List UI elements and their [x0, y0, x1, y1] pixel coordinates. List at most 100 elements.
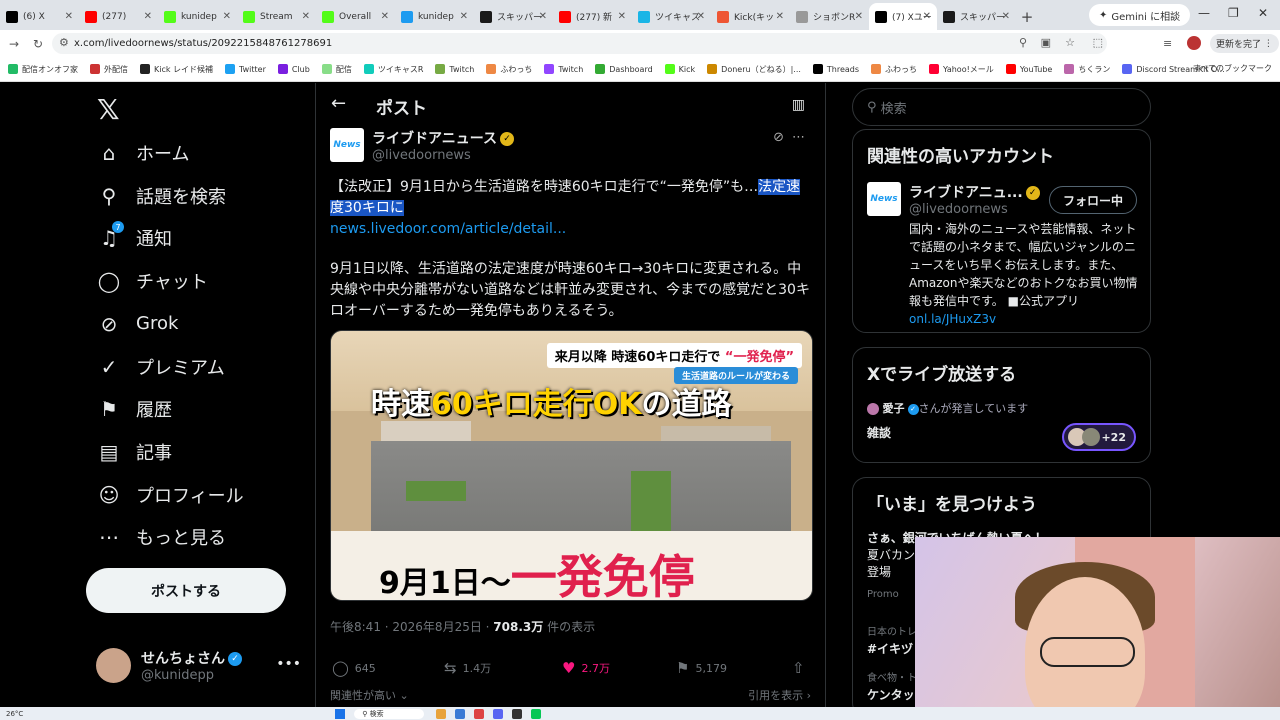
trend-item[interactable]: Promo — [867, 586, 899, 603]
back-nav-icon[interactable]: → — [4, 37, 24, 51]
file-explorer-icon[interactable] — [435, 708, 446, 719]
bookmark-item[interactable]: YouTube — [1005, 64, 1052, 74]
close-window-icon[interactable]: ✕ — [1258, 6, 1268, 20]
site-info-icon[interactable]: ⚙ — [59, 36, 69, 49]
reader-mode-icon[interactable]: ▥ — [792, 97, 805, 113]
tab-close-icon[interactable]: ✕ — [618, 11, 626, 22]
nav-item[interactable]: ⋯ もっと見る — [96, 524, 226, 550]
gemini-button[interactable]: ✦ Gemini に相談 — [1089, 4, 1191, 26]
bookmark-item[interactable]: ツイキャスR — [363, 64, 423, 75]
author-avatar[interactable]: News — [330, 128, 364, 162]
share-button[interactable]: ⇧ — [792, 659, 805, 677]
browser-tab[interactable]: ツイキャス ✕ — [632, 3, 711, 30]
tab-close-icon[interactable]: ✕ — [144, 11, 152, 22]
weather-temp[interactable]: 26°C — [6, 710, 23, 718]
tab-close-icon[interactable]: ✕ — [923, 11, 931, 22]
nav-item[interactable]: ⚲ 話題を検索 — [96, 183, 226, 209]
post-image[interactable]: 来月以降 時速60キロ走行で “一発免停” 生活道路のルールが変わる 時速60キ… — [330, 330, 813, 601]
edge-icon[interactable] — [454, 708, 465, 719]
grok-explain-icon[interactable]: ⊘ — [773, 130, 792, 145]
back-arrow-icon[interactable]: ← — [331, 93, 346, 114]
browser-tab[interactable]: (277) ✕ — [79, 3, 158, 30]
search-input[interactable]: ⚲ 検索 — [852, 88, 1151, 126]
reply-sort-dropdown[interactable]: 関連性が高い ⌄ — [330, 687, 409, 703]
bio-link[interactable]: onl.la/JHuxZ3v — [909, 312, 996, 326]
nav-item[interactable]: ⚑ 履歴 — [96, 396, 172, 422]
line-icon[interactable] — [530, 708, 541, 719]
view-quotes-link[interactable]: 引用を表示 › — [748, 687, 811, 703]
restore-icon[interactable]: ❐ — [1228, 6, 1239, 20]
taskbar-search[interactable]: ⚲ 検索 — [354, 708, 424, 719]
bookmark-item[interactable]: 配信 — [321, 64, 352, 75]
profile-avatar[interactable] — [1187, 36, 1201, 50]
tab-close-icon[interactable]: ✕ — [697, 11, 705, 22]
tab-close-icon[interactable]: ✕ — [302, 11, 310, 22]
tab-close-icon[interactable]: ✕ — [223, 11, 231, 22]
discord-icon[interactable] — [492, 708, 503, 719]
tab-close-icon[interactable]: ✕ — [381, 11, 389, 22]
live-listeners-pill[interactable]: +22 — [1062, 423, 1136, 451]
author-name[interactable]: ライブドアニュース — [372, 131, 497, 147]
post-timestamp[interactable]: 午後8:41 · 2026年8月25日 · — [330, 620, 493, 634]
browser-tab[interactable]: スキッパー ✕ — [937, 3, 1016, 30]
browser-tab[interactable]: (6) X ✕ — [0, 3, 79, 30]
browser-tab[interactable]: スキッパー ✕ — [474, 3, 553, 30]
trend-item[interactable]: 日本のトレ #イキヅ — [867, 624, 917, 658]
post-button[interactable]: ポストする — [86, 568, 286, 613]
bookmark-item[interactable]: Threads — [812, 64, 859, 74]
browser-tab[interactable]: (7) Xユー ✕ — [869, 3, 937, 30]
repost-button[interactable]: ⇆ 1.4万 — [444, 659, 491, 677]
obs-icon[interactable] — [511, 708, 522, 719]
bookmark-item[interactable]: ふわっち — [871, 64, 917, 75]
bookmark-item[interactable]: Yahoo!メール — [929, 64, 994, 75]
related-account-avatar[interactable]: News — [867, 182, 901, 216]
nav-item[interactable]: ♫ 7 通知 — [96, 221, 172, 251]
bookmark-item[interactable]: Twitch — [544, 64, 583, 74]
live-topic[interactable]: 雑談 — [867, 424, 891, 441]
update-button[interactable]: 更新を完了 ⋮ — [1210, 34, 1279, 53]
nav-item[interactable]: ⌂ ホーム — [96, 140, 190, 166]
bookmark-item[interactable]: Kick レイド候補 — [140, 64, 213, 75]
bookmark-item[interactable]: 配信オンオフ家 — [8, 64, 78, 75]
tab-close-icon[interactable]: ✕ — [855, 11, 863, 22]
start-icon[interactable] — [335, 708, 346, 719]
all-bookmarks-button[interactable]: すべてのブックマーク — [1193, 63, 1272, 74]
bookmark-item[interactable]: Kick — [664, 64, 695, 74]
extensions-icon[interactable]: ⬚ — [1093, 36, 1103, 49]
tab-close-icon[interactable]: ✕ — [1002, 11, 1010, 22]
tab-close-icon[interactable]: ✕ — [460, 11, 468, 22]
bookmark-item[interactable]: Club — [277, 64, 310, 74]
like-button[interactable]: ♥ 2.7万 — [562, 659, 610, 677]
tab-close-icon[interactable]: ✕ — [776, 11, 784, 22]
nav-item[interactable]: ⊘ Grok — [96, 311, 179, 337]
nav-item[interactable]: ◯ チャット — [96, 268, 208, 294]
tab-close-icon[interactable]: ✕ — [539, 11, 547, 22]
account-switcher[interactable]: せんちょさん ✓ @kunidepp ••• — [96, 648, 301, 683]
tab-close-icon[interactable]: ✕ — [65, 11, 73, 22]
bookmark-item[interactable]: Dashboard — [595, 64, 653, 74]
bookmark-item[interactable]: Doneru（どねる）|... — [707, 64, 801, 75]
new-tab-icon[interactable]: + — [1016, 3, 1038, 30]
nav-item[interactable]: ✓ プレミアム — [96, 354, 225, 380]
zoom-icon[interactable]: ⚲ — [1019, 36, 1027, 49]
star-icon[interactable]: ☆ — [1065, 36, 1075, 49]
reply-button[interactable]: ◯ 645 — [332, 659, 376, 677]
cast-icon[interactable]: ▣ — [1041, 36, 1051, 49]
browser-tab[interactable]: kunidep ✕ — [158, 3, 237, 30]
nav-item[interactable]: ▤ 記事 — [96, 439, 172, 465]
minimize-icon[interactable]: — — [1198, 6, 1210, 20]
bookmark-item[interactable]: Twitch — [435, 64, 474, 74]
article-link[interactable]: news.livedoor.com/article/detail... — [330, 221, 566, 237]
browser-tab[interactable]: (277) 新 ✕ — [553, 3, 632, 30]
related-account-name[interactable]: ライブドアニュ... — [909, 185, 1023, 201]
reload-icon[interactable]: ↻ — [28, 37, 48, 51]
chrome-icon[interactable] — [473, 708, 484, 719]
bookmark-button[interactable]: ⚑ 5,179 — [676, 659, 727, 677]
x-logo-icon[interactable]: 𝕏 — [97, 93, 120, 126]
trend-item[interactable]: 食べ物・ト ケンタッ — [867, 670, 917, 704]
browser-tab[interactable]: Kick(キッ ✕ — [711, 3, 790, 30]
more-options-icon[interactable]: ••• — [276, 656, 301, 672]
url-field[interactable]: ⚙ x.com/livedoornews/status/209221584876… — [52, 33, 1107, 54]
following-button[interactable]: フォロー中 — [1049, 186, 1137, 214]
browser-tab[interactable]: ショボンR ✕ — [790, 3, 869, 30]
